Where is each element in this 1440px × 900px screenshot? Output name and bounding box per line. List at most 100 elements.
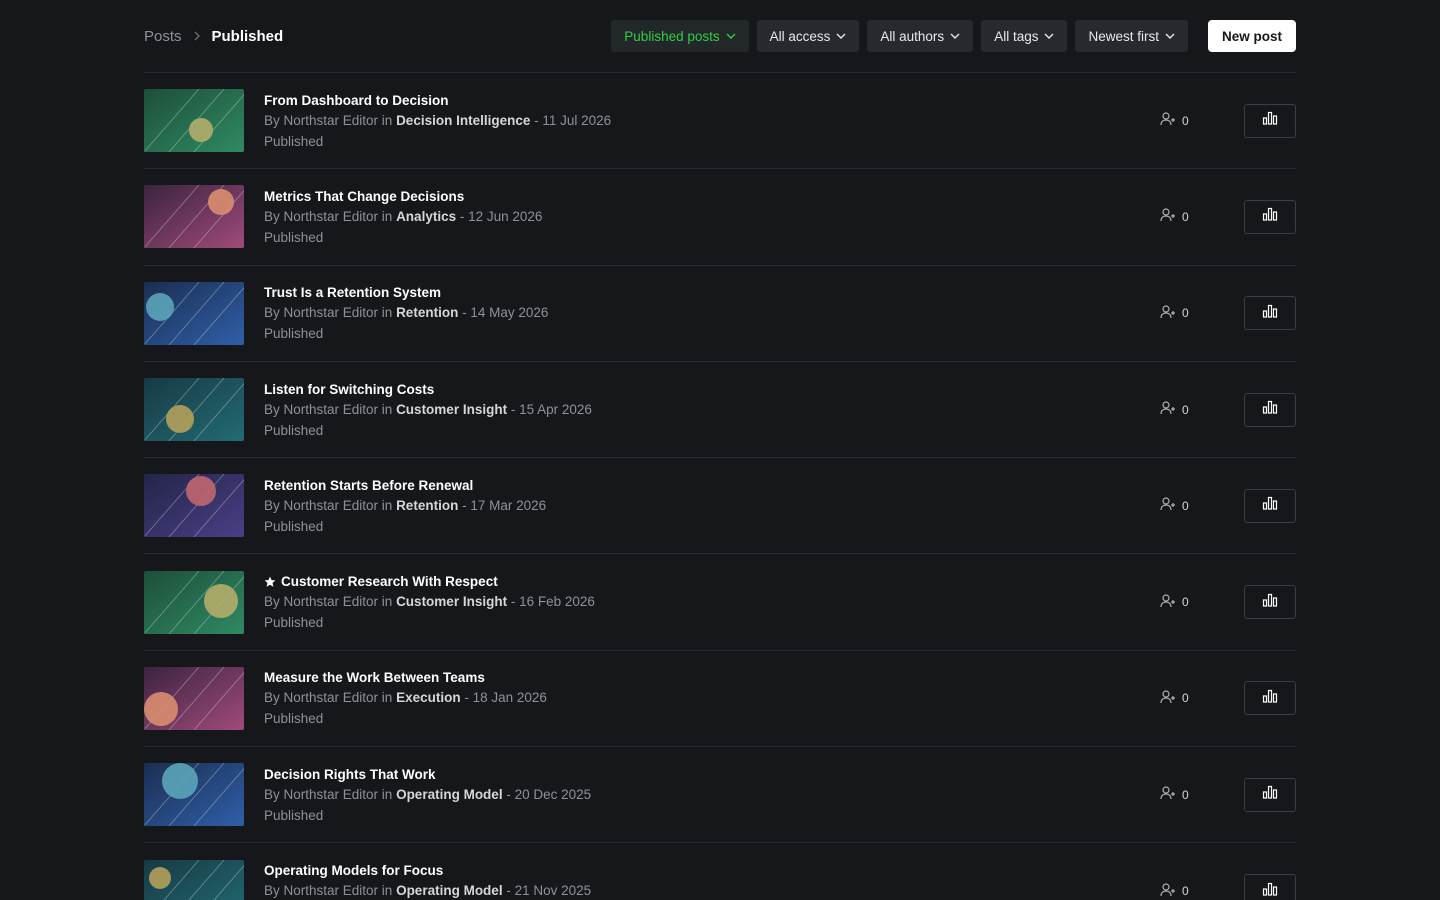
- post-info[interactable]: Measure the Work Between Teams By Northst…: [264, 670, 1296, 726]
- breadcrumb-posts-link[interactable]: Posts: [144, 28, 182, 45]
- bar-chart-icon: [1262, 496, 1278, 515]
- post-feature-image[interactable]: [144, 281, 244, 345]
- member-count: 0: [1182, 306, 1189, 321]
- post-title-text: Operating Models for Focus: [264, 863, 444, 879]
- post-primary-tag: Operating Model: [396, 883, 503, 899]
- post-row[interactable]: Retention Starts Before Renewal By Norths…: [144, 458, 1296, 555]
- member-signups: 0: [1160, 882, 1189, 900]
- post-status: Published: [264, 229, 324, 245]
- chevron-down-icon: [950, 33, 960, 39]
- bar-chart-icon: [1262, 593, 1278, 612]
- post-feature-image[interactable]: [144, 185, 244, 249]
- chevron-down-icon: [836, 33, 846, 39]
- post-status: Published: [264, 807, 324, 823]
- post-title-text: Trust Is a Retention System: [264, 285, 442, 301]
- filter-tag-dropdown[interactable]: All tags: [981, 20, 1068, 52]
- post-primary-tag: Operating Model: [396, 786, 503, 802]
- post-author: By Northstar Editor in: [264, 497, 393, 513]
- user-plus-icon: [1160, 786, 1176, 803]
- post-analytics-button[interactable]: [1244, 199, 1296, 234]
- post-title[interactable]: Metrics That Change Decisions: [264, 189, 1296, 204]
- post-title-text: Customer Research With Respect: [281, 574, 498, 590]
- post-info[interactable]: Operating Models for Focus By Northstar E…: [264, 863, 1296, 900]
- post-title[interactable]: Trust Is a Retention System: [264, 285, 1296, 300]
- filter-access-dropdown[interactable]: All access: [756, 20, 860, 52]
- post-feature-image[interactable]: [144, 859, 244, 900]
- post-row[interactable]: From Dashboard to Decision By Northstar E…: [144, 73, 1296, 170]
- post-title[interactable]: Listen for Switching Costs: [264, 382, 1296, 397]
- post-title-text: Listen for Switching Costs: [264, 381, 435, 397]
- breadcrumb: Posts Published: [144, 28, 283, 45]
- post-analytics-button[interactable]: [1244, 103, 1296, 138]
- post-feature-image[interactable]: [144, 474, 244, 538]
- filter-author-dropdown[interactable]: All authors: [867, 20, 974, 52]
- post-meta: By Northstar Editor in Operating Model -…: [264, 787, 1296, 802]
- post-info[interactable]: Listen for Switching Costs By Northstar E…: [264, 382, 1296, 438]
- post-row[interactable]: Customer Research With Respect By Northst…: [144, 554, 1296, 651]
- post-author: By Northstar Editor in: [264, 112, 393, 128]
- post-meta: By Northstar Editor in Customer Insight …: [264, 594, 1296, 609]
- post-meta: By Northstar Editor in Operating Model -…: [264, 883, 1296, 898]
- post-title[interactable]: Decision Rights That Work: [264, 767, 1296, 782]
- post-date: - 11 Jul 2026: [534, 112, 612, 128]
- post-title[interactable]: From Dashboard to Decision: [264, 93, 1296, 108]
- post-author: By Northstar Editor in: [264, 401, 393, 417]
- post-row[interactable]: Measure the Work Between Teams By Northst…: [144, 651, 1296, 748]
- post-analytics-button[interactable]: [1244, 777, 1296, 812]
- filter-sort-dropdown[interactable]: Newest first: [1075, 20, 1188, 52]
- post-row[interactable]: Listen for Switching Costs By Northstar E…: [144, 362, 1296, 459]
- star-icon: [264, 576, 276, 588]
- member-signups: 0: [1160, 208, 1189, 225]
- post-primary-tag: Execution: [396, 690, 461, 706]
- new-post-button[interactable]: New post: [1207, 20, 1296, 52]
- post-status: Published: [264, 711, 324, 727]
- post-meta: By Northstar Editor in Decision Intellig…: [264, 113, 1296, 128]
- post-title[interactable]: Operating Models for Focus: [264, 863, 1296, 878]
- post-feature-image[interactable]: [144, 666, 244, 730]
- post-primary-tag: Customer Insight: [396, 594, 508, 610]
- post-title[interactable]: Customer Research With Respect: [264, 574, 1296, 589]
- post-date: - 20 Dec 2025: [506, 786, 592, 802]
- filter-status-dropdown[interactable]: Published posts: [611, 20, 749, 52]
- post-info[interactable]: Customer Research With Respect By Northst…: [264, 574, 1296, 630]
- post-date: - 12 Jun 2026: [459, 208, 543, 224]
- post-title[interactable]: Measure the Work Between Teams: [264, 670, 1296, 685]
- post-feature-image[interactable]: [144, 378, 244, 442]
- chevron-right-icon: [193, 31, 201, 41]
- post-analytics-button[interactable]: [1244, 296, 1296, 331]
- bar-chart-icon: [1262, 882, 1278, 900]
- post-date: - 15 Apr 2026: [510, 401, 592, 417]
- post-row[interactable]: Decision Rights That Work By Northstar Ed…: [144, 747, 1296, 844]
- post-info[interactable]: Metrics That Change Decisions By Northsta…: [264, 189, 1296, 245]
- bar-chart-icon: [1262, 207, 1278, 226]
- post-analytics-button[interactable]: [1244, 488, 1296, 523]
- post-row[interactable]: Operating Models for Focus By Northstar E…: [144, 843, 1296, 900]
- post-row[interactable]: Metrics That Change Decisions By Northsta…: [144, 169, 1296, 266]
- post-title[interactable]: Retention Starts Before Renewal: [264, 478, 1296, 493]
- filter-label: All access: [769, 28, 831, 44]
- post-meta: By Northstar Editor in Retention - 14 Ma…: [264, 305, 1296, 320]
- post-analytics-button[interactable]: [1244, 874, 1296, 900]
- bar-chart-icon: [1262, 400, 1278, 419]
- post-analytics-button[interactable]: [1244, 392, 1296, 427]
- post-author: By Northstar Editor in: [264, 883, 393, 899]
- post-feature-image[interactable]: [144, 570, 244, 634]
- member-count: 0: [1182, 595, 1189, 610]
- member-signups: 0: [1160, 786, 1189, 803]
- member-signups: 0: [1160, 690, 1189, 707]
- post-info[interactable]: Trust Is a Retention System By Northstar …: [264, 285, 1296, 341]
- post-feature-image[interactable]: [144, 89, 244, 153]
- post-info[interactable]: From Dashboard to Decision By Northstar E…: [264, 93, 1296, 149]
- post-analytics-button[interactable]: [1244, 585, 1296, 620]
- post-primary-tag: Customer Insight: [396, 401, 508, 417]
- post-author: By Northstar Editor in: [264, 305, 393, 321]
- breadcrumb-current: Published: [211, 27, 284, 45]
- member-count: 0: [1182, 113, 1189, 128]
- post-info[interactable]: Retention Starts Before Renewal By Norths…: [264, 478, 1296, 534]
- post-info[interactable]: Decision Rights That Work By Northstar Ed…: [264, 767, 1296, 823]
- post-feature-image[interactable]: [144, 763, 244, 827]
- post-author: By Northstar Editor in: [264, 594, 393, 610]
- post-row[interactable]: Trust Is a Retention System By Northstar …: [144, 266, 1296, 362]
- post-meta: By Northstar Editor in Analytics - 12 Ju…: [264, 209, 1296, 224]
- post-analytics-button[interactable]: [1244, 681, 1296, 716]
